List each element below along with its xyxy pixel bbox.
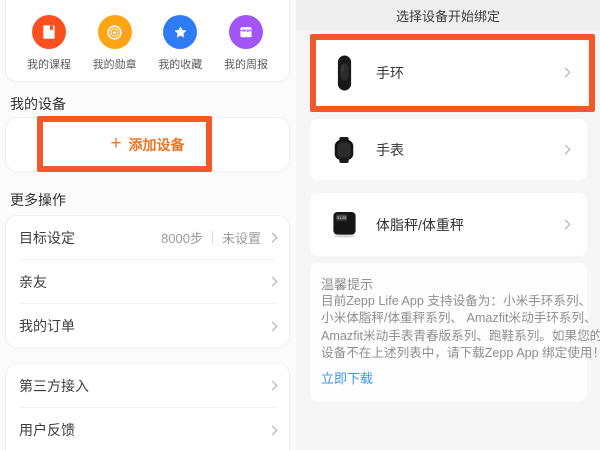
chevron-right-icon bbox=[268, 233, 278, 243]
zepp-life-app: 我的课程 我的勋章 我的收藏 bbox=[0, 0, 600, 450]
tips-text-line: 目前Zepp Life App 支持设备为：小米手环系列、 bbox=[321, 293, 577, 310]
chevron-right-icon bbox=[268, 425, 278, 435]
device-row-watch[interactable]: 手表 bbox=[310, 119, 587, 180]
menu-item-user-feedback[interactable]: 用户反馈 bbox=[19, 408, 276, 450]
goal-status-value: 未设置 bbox=[222, 228, 261, 247]
device-type-list: 手环 手表 bbox=[296, 30, 600, 256]
chevron-right-icon bbox=[561, 220, 571, 230]
menu-item-third-party-access[interactable]: 第三方接入 bbox=[19, 364, 276, 408]
profile-page: 我的课程 我的勋章 我的收藏 bbox=[0, 0, 296, 450]
chevron-right-icon bbox=[561, 68, 571, 78]
download-now-link[interactable]: 立即下载 bbox=[321, 368, 373, 387]
add-device-label: 添加设备 bbox=[129, 135, 185, 155]
chevron-right-icon bbox=[561, 145, 571, 155]
device-label: 体脂秤/体重秤 bbox=[376, 215, 464, 235]
page-header: 选择设备开始绑定 bbox=[296, 0, 600, 30]
tips-title: 温馨提示 bbox=[321, 276, 577, 293]
more-actions-header: 更多操作 bbox=[10, 190, 66, 210]
shortcuts-card: 我的课程 我的勋章 我的收藏 bbox=[5, 0, 290, 82]
chevron-right-icon bbox=[268, 277, 278, 287]
medal-icon bbox=[98, 15, 132, 49]
menu-item-goal-setting[interactable]: 目标设定 8000步 未设置 bbox=[19, 216, 276, 260]
shortcut-my-favorites[interactable]: 我的收藏 bbox=[151, 15, 209, 72]
page-title: 选择设备开始绑定 bbox=[396, 6, 500, 25]
book-icon bbox=[32, 15, 66, 49]
menu-item-friends[interactable]: 亲友 bbox=[19, 260, 276, 304]
device-row-band[interactable]: 手环 bbox=[310, 40, 587, 105]
shortcut-label: 我的勋章 bbox=[93, 56, 137, 72]
shortcut-label: 我的周报 bbox=[224, 56, 268, 72]
chevron-right-icon bbox=[268, 321, 278, 331]
menu-label: 目标设定 bbox=[19, 228, 75, 248]
value-divider bbox=[212, 231, 213, 244]
scale-display-value: 51.25 bbox=[337, 216, 346, 220]
briefcase-icon bbox=[229, 15, 263, 49]
my-devices-header: 我的设备 bbox=[10, 94, 66, 114]
watch-icon bbox=[328, 136, 360, 164]
device-row-scale[interactable]: 51.25 体脂秤/体重秤 bbox=[310, 193, 587, 256]
menu-label: 第三方接入 bbox=[19, 376, 89, 396]
menu-label: 我的订单 bbox=[19, 316, 75, 336]
tips-text-line: 设备不在上述列表中，请下载Zepp App 绑定使用！ bbox=[321, 345, 577, 362]
device-binding-page: 选择设备开始绑定 手环 bbox=[296, 0, 600, 450]
shortcut-my-weekly-report[interactable]: 我的周报 bbox=[217, 15, 275, 72]
menu-label: 用户反馈 bbox=[19, 420, 75, 440]
menu-label: 亲友 bbox=[19, 272, 47, 292]
star-icon bbox=[163, 15, 197, 49]
tips-card: 温馨提示 目前Zepp Life App 支持设备为：小米手环系列、 小米体脂秤… bbox=[310, 263, 587, 402]
band-icon bbox=[328, 54, 360, 92]
tips-text-line: 小米体脂秤/体重秤系列、 Amazfit米动手环系列、 bbox=[321, 310, 577, 327]
device-label: 手表 bbox=[376, 140, 404, 160]
menu-card-secondary: 第三方接入 用户反馈 bbox=[5, 363, 290, 450]
tips-text-line: Amazfit米动手表青春版系列、跑鞋系列。如果您的 bbox=[321, 328, 577, 345]
plus-icon: + bbox=[110, 134, 121, 153]
menu-card-primary: 目标设定 8000步 未设置 亲友 我的订单 bbox=[5, 215, 290, 348]
add-device-button[interactable]: + 添加设备 bbox=[5, 117, 290, 172]
shortcut-label: 我的收藏 bbox=[158, 56, 202, 72]
menu-item-my-orders[interactable]: 我的订单 bbox=[19, 304, 276, 348]
shortcut-label: 我的课程 bbox=[27, 56, 71, 72]
chevron-right-icon bbox=[268, 381, 278, 391]
shortcut-my-courses[interactable]: 我的课程 bbox=[20, 15, 78, 72]
scale-icon: 51.25 bbox=[328, 211, 360, 238]
shortcut-my-badges[interactable]: 我的勋章 bbox=[86, 15, 144, 72]
goal-steps-value: 8000步 bbox=[161, 228, 203, 247]
device-label: 手环 bbox=[376, 63, 404, 83]
